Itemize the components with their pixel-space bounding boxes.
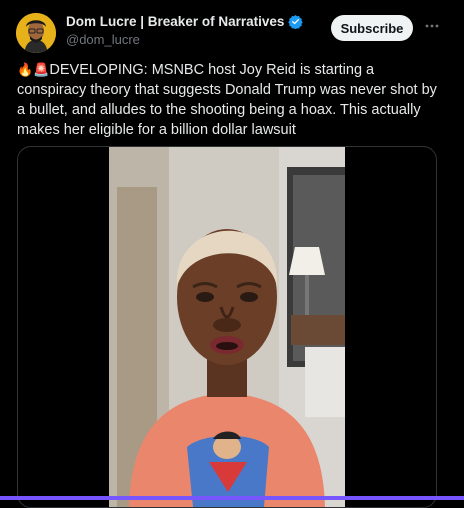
author-handle[interactable]: @dom_lucre [66,32,303,47]
more-options-icon[interactable] [423,17,441,35]
subscribe-button[interactable]: Subscribe [331,15,413,41]
video-media[interactable] [17,146,437,508]
tweet: Dom Lucre | Breaker of Narratives @dom_l… [0,0,464,508]
video-frame[interactable] [109,147,345,507]
author-info: Dom Lucre | Breaker of Narratives @dom_l… [66,14,304,47]
fire-emoji: 🔥 [17,62,34,77]
siren-emoji: 🚨 [33,62,50,77]
post-body: DEVELOPING: MSNBC host Joy Reid is start… [17,62,437,138]
author-name[interactable]: Dom Lucre | Breaker of Narratives [66,14,284,29]
verified-badge-icon [288,14,304,30]
accent-divider [0,496,464,500]
post-text: 🔥🚨DEVELOPING: MSNBC host Joy Reid is sta… [17,60,447,140]
author-avatar[interactable] [16,13,56,53]
